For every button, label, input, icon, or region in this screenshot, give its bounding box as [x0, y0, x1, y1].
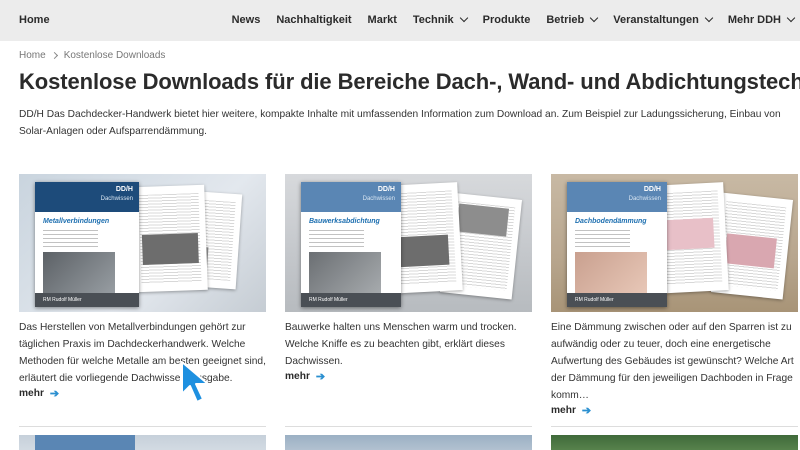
more-link[interactable]: mehr ➔ [285, 370, 532, 383]
card-image[interactable]: DD/H Dachwissen Bauwerksabdichtung RM Ru… [285, 174, 532, 312]
nav-item-technik[interactable]: Technik [412, 13, 468, 26]
brochure-cover: DD/H Dachwissen Dachbodendämmung RM Rudo… [567, 182, 667, 307]
nav-item-markt[interactable]: Markt [368, 14, 397, 26]
nav-item-betrieb[interactable]: Betrieb [546, 13, 599, 26]
cover-title: Dachbodendämmung [575, 218, 647, 225]
home-link[interactable]: Home [19, 14, 50, 26]
top-navigation-bar: Home News Nachhaltigkeit Markt Technik P… [0, 0, 800, 41]
brochure-cover: DD/H Dachwissen Bauwerksabdichtung RM Ru… [301, 182, 401, 307]
card-image [285, 435, 532, 450]
more-label: mehr [19, 388, 44, 399]
breadcrumb-home-link[interactable]: Home [19, 50, 46, 61]
arrow-right-icon: ➔ [315, 371, 326, 383]
chevron-down-icon [459, 13, 468, 23]
cover-title: Metallverbindungen [43, 218, 110, 225]
card-description: Das Herstellen von Metallverbindungen ge… [19, 322, 266, 384]
cover-footer: RM Rudolf Müller [301, 293, 401, 307]
download-card-dachbodendaemmung: DD/H Dachwissen Dachbodendämmung RM Rudo… [551, 174, 798, 417]
page-intro: DD/H Das Dachdecker-Handwerk bietet hier… [19, 109, 781, 137]
page-title: Kostenlose Downloads für die Bereiche Da… [19, 69, 800, 94]
cover-series: Dachwissen [628, 196, 661, 202]
nav-item-nachhaltigkeit[interactable]: Nachhaltigkeit [276, 14, 351, 26]
cover-footer: RM Rudolf Müller [35, 293, 139, 307]
cover-logo: DD/H [377, 186, 395, 193]
nav-item-veranstaltungen[interactable]: Veranstaltungen [613, 13, 714, 26]
nav-label: Nachhaltigkeit [276, 14, 352, 26]
nav-label: Technik [412, 14, 454, 26]
nav-label: Produkte [482, 14, 531, 26]
breadcrumb-current: Kostenlose Downloads [63, 50, 166, 61]
more-link[interactable]: mehr ➔ [19, 387, 266, 400]
nav-label: Markt [367, 14, 397, 26]
mouse-cursor-icon [181, 361, 209, 403]
nav-label: Mehr DDH [727, 14, 781, 26]
more-link[interactable]: mehr ➔ [551, 404, 798, 417]
more-label: mehr [551, 405, 576, 416]
chevron-down-icon [590, 13, 599, 23]
download-card-row2-1[interactable] [19, 426, 266, 450]
nav-label: News [231, 14, 261, 26]
more-label: mehr [285, 371, 310, 382]
nav-item-produkte[interactable]: Produkte [483, 14, 531, 26]
brochure-cover [35, 435, 135, 450]
card-description: Eine Dämmung zwischen oder auf den Sparr… [551, 322, 794, 401]
card-image[interactable]: DD/H Dachwissen Metallverbindungen RM Ru… [19, 174, 266, 312]
card-image [551, 435, 798, 450]
nav-label: Veranstaltungen [613, 14, 699, 26]
nav-item-news[interactable]: News [232, 14, 261, 26]
download-card-bauwerksabdichtung: DD/H Dachwissen Bauwerksabdichtung RM Ru… [285, 174, 532, 383]
main-nav: News Nachhaltigkeit Markt Technik Produk… [216, 13, 796, 26]
download-card-row2-2[interactable] [285, 426, 532, 450]
cover-title: Bauwerksabdichtung [309, 218, 380, 225]
cover-series: Dachwissen [100, 196, 133, 202]
brochure-page [132, 184, 208, 293]
breadcrumb: Home Kostenlose Downloads [19, 50, 165, 61]
download-card-metallverbindungen: DD/H Dachwissen Metallverbindungen RM Ru… [19, 174, 266, 400]
cover-footer: RM Rudolf Müller [567, 293, 667, 307]
chevron-right-icon [50, 51, 58, 60]
cover-logo: DD/H [643, 186, 661, 193]
download-card-row2-3[interactable] [551, 426, 798, 450]
chevron-down-icon [786, 13, 796, 23]
card-description: Bauwerke halten uns Menschen warm und tr… [285, 322, 517, 367]
nav-item-mehr-ddh[interactable]: Mehr DDH [727, 13, 796, 26]
nav-label: Betrieb [546, 14, 585, 26]
arrow-right-icon: ➔ [581, 405, 592, 417]
cover-series: Dachwissen [362, 196, 395, 202]
brochure-cover: DD/H Dachwissen Metallverbindungen RM Ru… [35, 182, 139, 307]
arrow-right-icon: ➔ [49, 388, 60, 400]
cover-logo: DD/H [115, 186, 133, 193]
card-image[interactable]: DD/H Dachwissen Dachbodendämmung RM Rudo… [551, 174, 798, 312]
chevron-down-icon [704, 13, 714, 23]
